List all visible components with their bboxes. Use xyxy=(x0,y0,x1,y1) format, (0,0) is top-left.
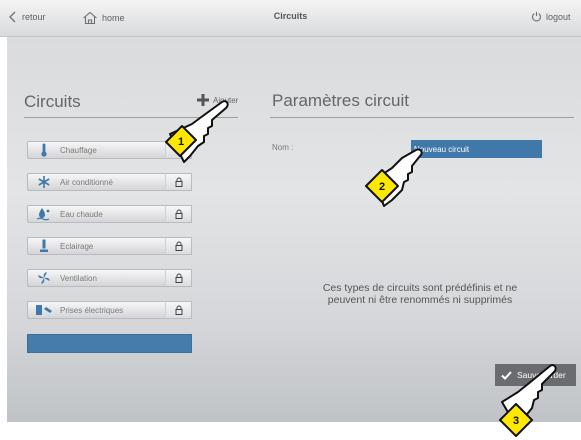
plug-icon xyxy=(28,303,60,317)
step-number: 2 xyxy=(379,181,385,193)
circuit-label: Prises électriques xyxy=(60,305,124,315)
circuits-heading: Circuits xyxy=(24,92,81,111)
lamp-icon xyxy=(28,239,60,253)
top-bar: retour home Circuits logout xyxy=(0,0,581,37)
circuit-item-chauffage[interactable]: Chauffage xyxy=(27,141,165,159)
circuit-label: Air conditionné xyxy=(60,177,113,187)
circuit-label: Eau chaude xyxy=(60,209,103,219)
tutorial-hand-icon: 3 xyxy=(499,364,557,437)
circuit-item-ventilation[interactable]: Ventilation xyxy=(27,269,165,287)
water-drop-icon xyxy=(28,207,60,221)
params-heading: Paramètres circuit xyxy=(272,91,409,110)
fan-icon xyxy=(28,271,60,285)
circuit-item-air-conditionne[interactable]: Air conditionné xyxy=(27,173,165,191)
lock-icon xyxy=(175,241,182,251)
power-icon xyxy=(532,11,541,22)
logout-button[interactable]: logout xyxy=(531,11,571,22)
circuit-label: Chauffage xyxy=(60,145,97,155)
info-line-1: Ces types de circuits sont prédéfinis et… xyxy=(322,282,518,294)
step-number: 3 xyxy=(513,415,519,427)
logout-label: logout xyxy=(546,11,571,22)
lock-icon xyxy=(175,209,182,219)
lock-tab xyxy=(165,205,192,223)
snowflake-icon xyxy=(28,175,60,189)
tutorial-hand-icon: 1 xyxy=(165,100,229,163)
lock-tab xyxy=(165,301,192,319)
circuit-item-eau-chaude[interactable]: Eau chaude xyxy=(27,205,165,223)
step-number: 1 xyxy=(178,136,184,148)
lock-icon xyxy=(175,305,182,315)
circuit-label: Eclairage xyxy=(60,241,94,251)
new-circuit-item[interactable] xyxy=(27,334,192,353)
lock-tab xyxy=(165,237,192,255)
circuit-label: Ventilation xyxy=(60,273,97,283)
circuit-item-prises-electriques[interactable]: Prises électriques xyxy=(27,301,165,319)
right-divider xyxy=(270,117,574,118)
lock-tab xyxy=(165,269,192,287)
thermometer-icon xyxy=(28,143,60,157)
page-title: Circuits xyxy=(273,11,308,21)
info-line-2: peuvent ni être renommés ni supprimés xyxy=(327,294,513,306)
lock-icon xyxy=(175,177,182,187)
lock-icon xyxy=(175,273,182,283)
info-text: Ces types de circuits sont prédéfinis et… xyxy=(290,282,550,306)
name-label: Nom : xyxy=(272,143,294,152)
tutorial-hand-icon: 2 xyxy=(365,148,423,207)
circuit-item-eclairage[interactable]: Eclairage xyxy=(27,237,165,255)
